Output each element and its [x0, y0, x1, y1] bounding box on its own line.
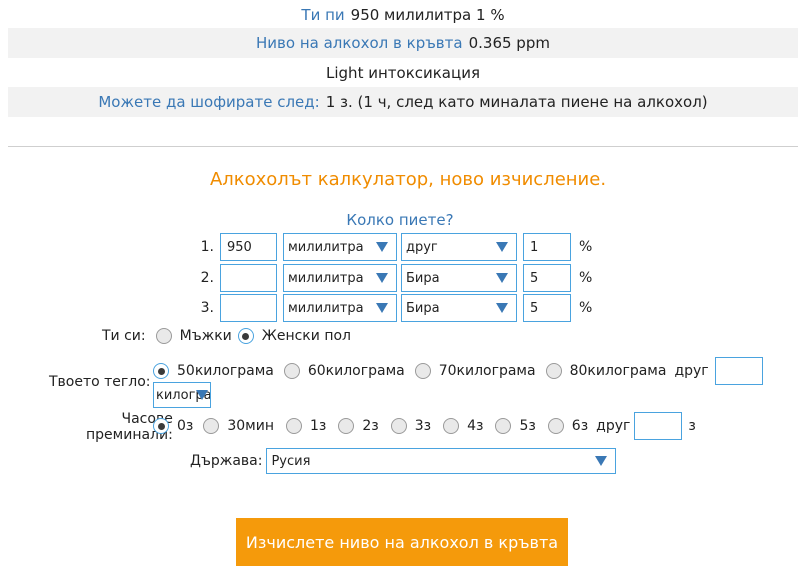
drink-percent-input[interactable]: 1 — [523, 233, 571, 261]
hours-option-5[interactable]: 5з — [495, 418, 536, 434]
drink-type-value: Бира — [406, 270, 440, 286]
gender-label: Ти си: — [102, 328, 146, 344]
drink-number: 3. — [200, 300, 214, 316]
drink-type-value: друг — [406, 239, 438, 255]
result-drank-row: Ти пи 950 милилитра 1 % — [8, 0, 798, 30]
drinks-title: Колко пиете? — [346, 211, 454, 229]
drink-row-2: 2. милилитра Бира 5 % — [180, 264, 592, 292]
drink-unit-select[interactable]: милилитра — [283, 294, 397, 322]
weight-option-50[interactable]: 50килограма — [153, 363, 274, 379]
drink-type-select[interactable]: Бира — [401, 264, 517, 292]
result-drive-value: 1 з. (1 ч, след като миналата пиене на а… — [325, 93, 708, 111]
hours-other-label: друг — [596, 418, 631, 434]
hours-option-30min[interactable]: 30мин — [203, 418, 274, 434]
result-bac-label: Ниво на алкохол в кръвта — [256, 34, 463, 52]
result-bac-row: Ниво на алкохол в кръвта 0.365 ppm — [8, 28, 798, 58]
hours-other-input[interactable] — [634, 412, 683, 440]
dropdown-arrow-icon — [496, 273, 508, 283]
result-drive-label: Можете да шофирате след: — [98, 93, 320, 111]
radio-weight-60[interactable] — [283, 363, 300, 379]
hours-options: 0з 30мин 1з 2з 3з 4з 5з 6з друг з — [153, 412, 696, 440]
dropdown-arrow-icon — [376, 242, 388, 252]
country-select[interactable]: Русия — [266, 448, 617, 474]
drink-number: 1. — [200, 239, 214, 255]
weight-other-input[interactable] — [714, 357, 763, 385]
hours-option-3[interactable]: 3з — [390, 418, 431, 434]
radio-hours-0[interactable] — [153, 418, 169, 434]
dropdown-arrow-icon — [376, 273, 388, 283]
drink-type-select[interactable]: друг — [401, 233, 517, 261]
radio-male[interactable] — [155, 328, 172, 344]
calculator-heading: Алкохолът калкулатор, ново изчисление. — [209, 169, 607, 190]
radio-hours-30min[interactable] — [203, 418, 220, 434]
dropdown-arrow-icon — [496, 242, 508, 252]
result-intoxication-row: Light интоксикация — [8, 58, 798, 88]
drink-unit-select[interactable]: милилитра — [283, 233, 397, 261]
hours-option-4[interactable]: 4з — [443, 418, 483, 434]
gender-option-male[interactable]: Мъжки — [155, 328, 232, 344]
percent-sign: % — [579, 270, 593, 286]
calculate-button[interactable]: Изчислете ниво на алкохол в кръвта — [236, 518, 568, 566]
drink-unit-value: милилитра — [288, 300, 364, 316]
drink-number: 2. — [200, 270, 214, 286]
percent-sign: % — [579, 300, 593, 316]
hours-option-6[interactable]: 6з — [547, 418, 588, 434]
result-drank-value: 950 милилитра 1 % — [350, 6, 505, 24]
drink-amount-input[interactable] — [220, 264, 277, 292]
dropdown-arrow-icon — [196, 390, 208, 400]
country-row: Държава: Русия — [190, 448, 617, 474]
section-divider — [8, 146, 798, 147]
weight-option-60[interactable]: 60килограма — [283, 363, 405, 379]
radio-hours-4[interactable] — [443, 418, 460, 434]
radio-weight-80[interactable] — [545, 363, 562, 379]
drink-percent-input[interactable]: 5 — [523, 294, 571, 322]
drink-unit-value: милилитра — [288, 270, 364, 286]
radio-weight-50[interactable] — [153, 363, 169, 379]
hours-option-1[interactable]: 1з — [286, 418, 326, 434]
radio-hours-2[interactable] — [338, 418, 355, 434]
result-bac-value: 0.365 ppm — [468, 34, 550, 52]
radio-hours-3[interactable] — [390, 418, 407, 434]
drink-type-select[interactable]: Бира — [401, 294, 517, 322]
dropdown-arrow-icon — [595, 456, 608, 466]
gender-option-female[interactable]: Женски пол — [237, 328, 351, 344]
weight-unit-select[interactable]: килогра — [153, 382, 211, 408]
drink-amount-input[interactable] — [220, 294, 277, 322]
drink-unit-select[interactable]: милилитра — [283, 264, 397, 292]
radio-weight-70[interactable] — [414, 363, 431, 379]
hours-option-0[interactable]: 0з — [153, 418, 193, 434]
radio-female[interactable] — [237, 328, 254, 344]
hours-unit: з — [688, 418, 696, 434]
result-drive-row: Можете да шофирате след: 1 з. (1 ч, след… — [8, 87, 798, 117]
result-drank-label: Ти пи — [301, 6, 345, 24]
drink-row-3: 3. милилитра Бира 5 % — [180, 294, 592, 322]
drink-type-value: Бира — [406, 300, 440, 316]
radio-hours-6[interactable] — [547, 418, 564, 434]
radio-hours-1[interactable] — [286, 418, 302, 434]
percent-sign: % — [579, 239, 593, 255]
dropdown-arrow-icon — [496, 303, 508, 313]
radio-hours-5[interactable] — [495, 418, 512, 434]
drink-percent-input[interactable]: 5 — [523, 264, 571, 292]
drink-row-1: 1. 950 милилитра друг 1 % — [180, 233, 592, 261]
drink-amount-input[interactable]: 950 — [220, 233, 277, 261]
weight-other-label: друг — [674, 363, 709, 379]
gender-row: Ти си: Мъжки Женски пол — [102, 328, 351, 344]
drink-unit-value: милилитра — [288, 239, 364, 255]
weight-label: Твоето тегло: — [49, 374, 151, 390]
weight-option-70[interactable]: 70килограма — [414, 363, 536, 379]
country-value: Русия — [271, 453, 311, 469]
country-label: Държава: — [190, 453, 263, 469]
weight-option-80[interactable]: 80килограма — [545, 363, 666, 379]
result-intoxication: Light интоксикация — [326, 64, 480, 82]
weight-options: 50килограма 60килограма 70килограма 80ки… — [153, 357, 763, 385]
dropdown-arrow-icon — [376, 303, 388, 313]
hours-option-2[interactable]: 2з — [338, 418, 379, 434]
